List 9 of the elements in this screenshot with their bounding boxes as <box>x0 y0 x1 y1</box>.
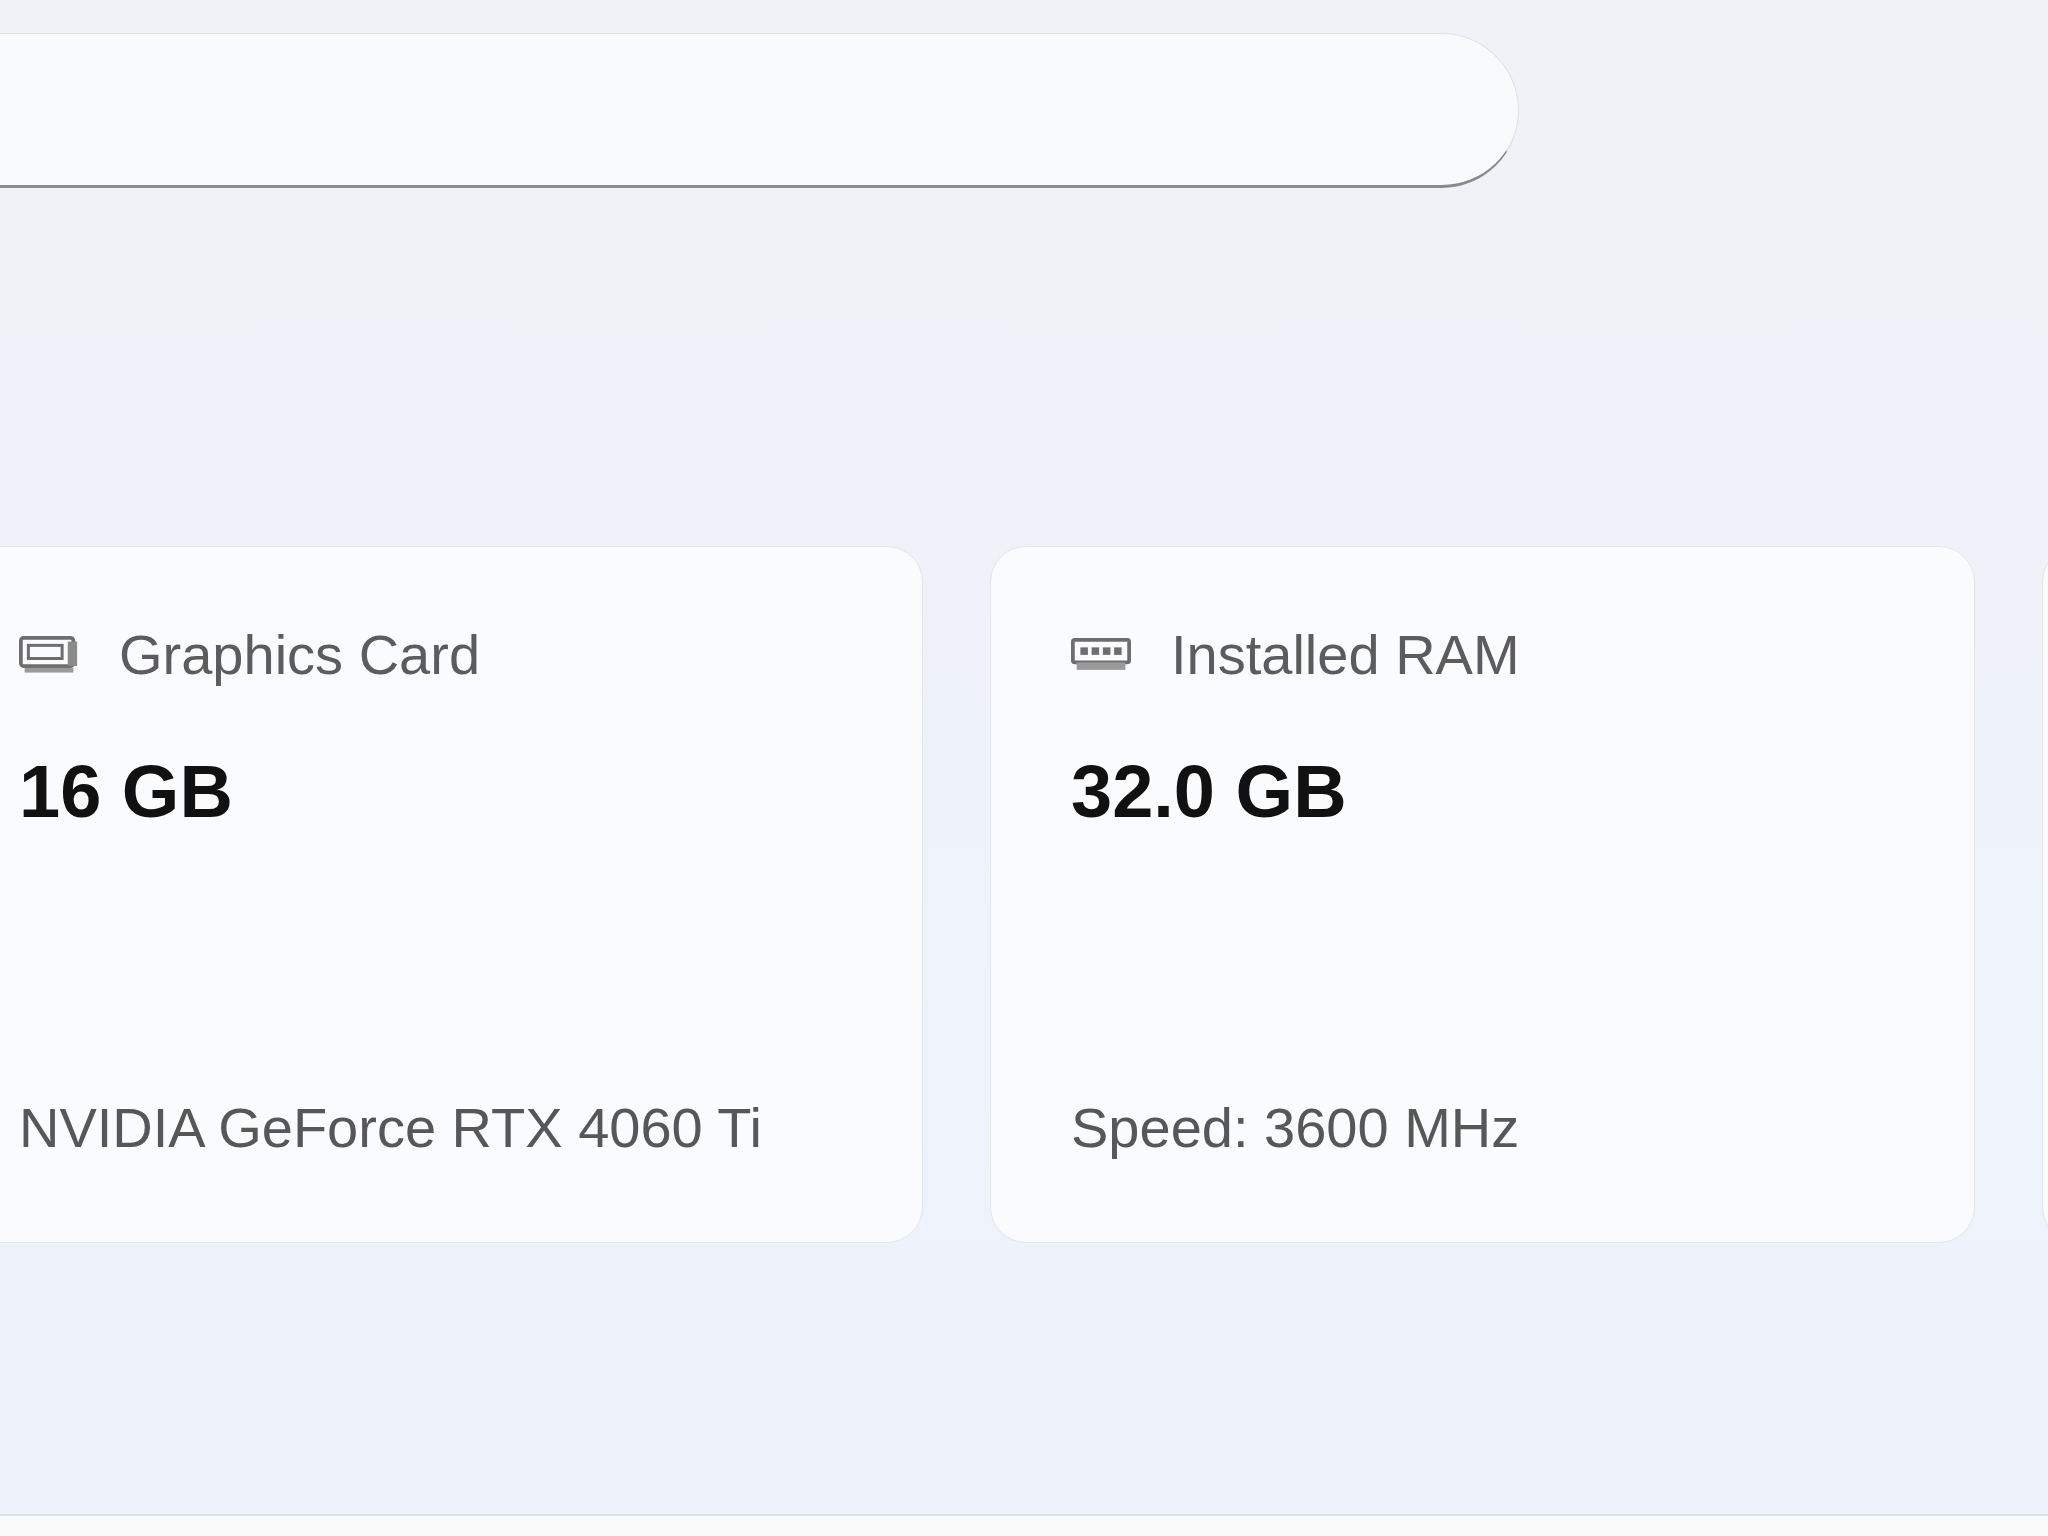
memory-stick-icon <box>1071 638 1131 672</box>
card-value: 32.0 GB <box>1071 749 1348 835</box>
card-detail: NVIDIA GeForce RTX 4060 Ti <box>19 1095 763 1161</box>
input-field[interactable] <box>0 33 1519 188</box>
card-value: 16 GB <box>19 749 234 835</box>
card-detail: Speed: 3600 MHz <box>1071 1095 1521 1161</box>
card-label: Graphics Card <box>119 622 481 688</box>
card-label: Installed RAM <box>1171 622 1520 688</box>
graphics-card-icon <box>19 636 79 674</box>
